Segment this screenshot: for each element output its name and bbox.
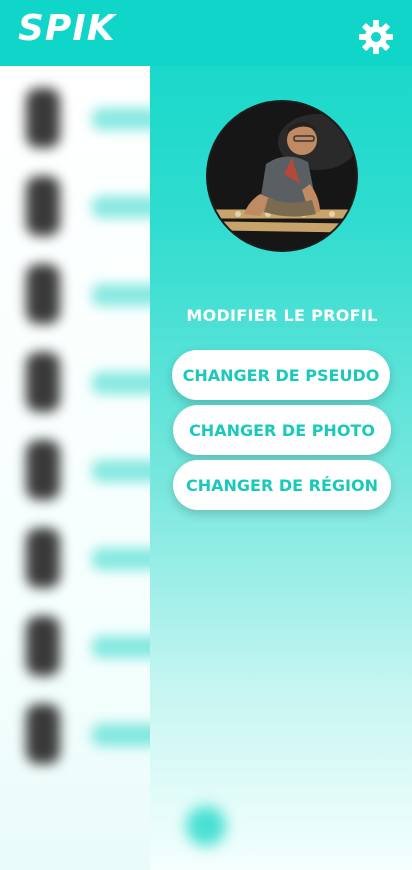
change-username-button[interactable]: CHANGER DE PSEUDO bbox=[172, 350, 390, 400]
list-item bbox=[0, 176, 150, 236]
conversation-list-blurred bbox=[0, 66, 150, 870]
floating-action-button-blurred bbox=[186, 806, 226, 846]
list-item bbox=[0, 440, 150, 500]
edit-profile-heading: MODIFIER LE PROFIL bbox=[186, 306, 378, 325]
list-item bbox=[0, 88, 150, 148]
list-item bbox=[0, 616, 150, 676]
profile-photo bbox=[206, 100, 358, 252]
list-item bbox=[0, 704, 150, 764]
settings-button[interactable] bbox=[358, 19, 394, 55]
list-item bbox=[0, 264, 150, 324]
list-item bbox=[0, 352, 150, 412]
gear-icon bbox=[359, 20, 393, 54]
change-photo-button[interactable]: CHANGER DE PHOTO bbox=[173, 405, 391, 455]
app-title: SPIK bbox=[18, 8, 116, 49]
top-bar: SPIK bbox=[0, 0, 412, 66]
list-item bbox=[0, 528, 150, 588]
change-region-button[interactable]: CHANGER DE RÉGION bbox=[173, 460, 391, 510]
